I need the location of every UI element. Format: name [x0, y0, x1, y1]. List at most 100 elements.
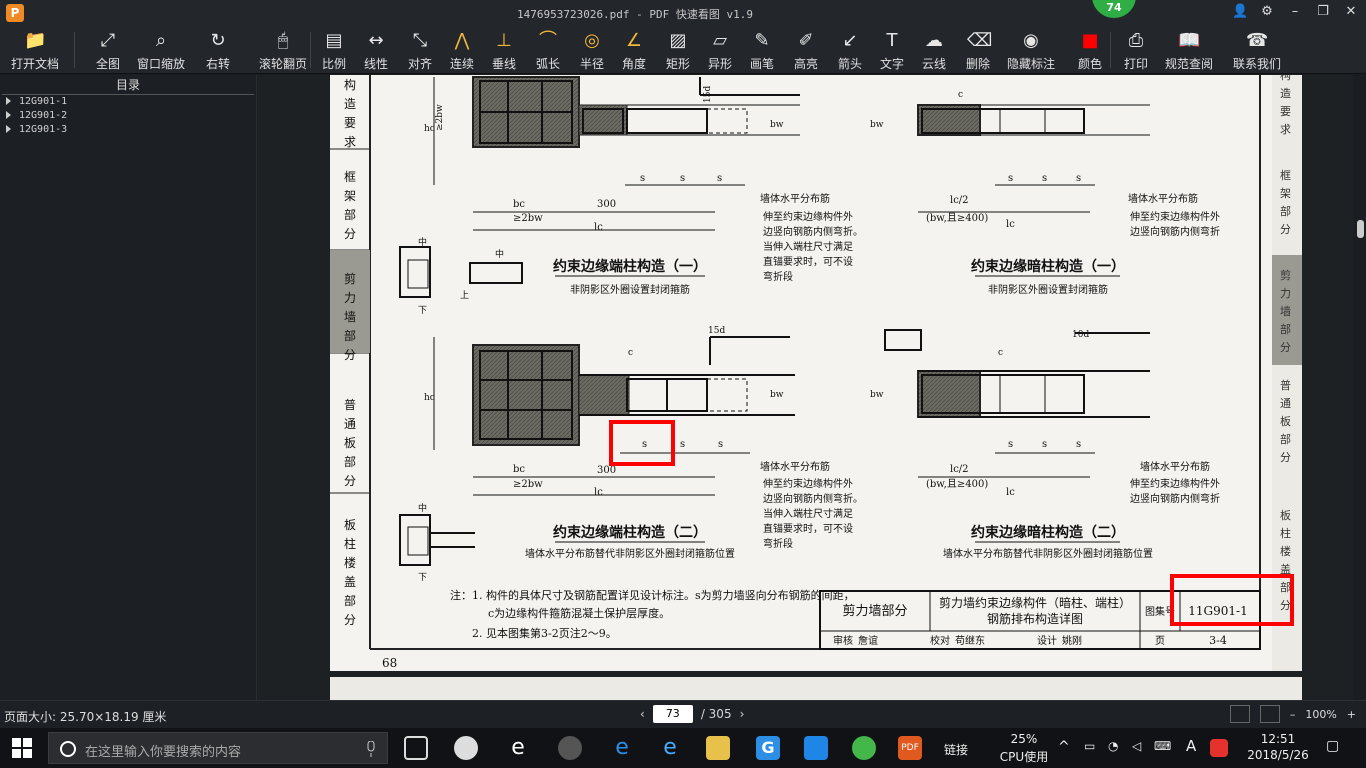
side-tab-char: 构	[344, 77, 356, 92]
right-tab-char: 分	[1280, 223, 1291, 236]
clock-date[interactable]: 2018/5/26	[1238, 748, 1318, 762]
dim-label: lc	[1006, 219, 1015, 230]
next-page-icon[interactable]: ›	[740, 707, 745, 721]
dim-label: s	[1042, 439, 1047, 450]
toolbar-delete-button[interactable]: ⌫ 删除	[958, 30, 998, 72]
page-number-input[interactable]: 73	[652, 705, 693, 723]
tie-detail-1: 中 中 上 下	[399, 236, 523, 316]
ie-icon[interactable]: e	[506, 736, 530, 760]
continuous-view-icon[interactable]	[1229, 705, 1250, 723]
toolbar-rect-button[interactable]: ▨ 矩形	[658, 30, 698, 72]
clock-time[interactable]: 12:51	[1238, 732, 1318, 746]
toolbar-scale-button[interactable]: ▤ 比例	[314, 30, 354, 72]
toolbar-arrow-button[interactable]: ↙ 箭头	[830, 30, 870, 72]
toc-item-label: 12G901-3	[19, 124, 68, 135]
toolbar-aligned-button[interactable]: ⤡ 对齐	[400, 30, 440, 72]
toolbar-zoom-window-button[interactable]: ⌕ 窗口缩放	[132, 30, 190, 72]
fan-app-icon[interactable]	[454, 736, 478, 760]
zoom-out-icon[interactable]: –	[1290, 708, 1296, 721]
toolbar-spec-button[interactable]: 📖 规范查阅	[1160, 30, 1218, 72]
toolbar-label: 滚轮翻页	[258, 57, 307, 71]
design-label: 设计	[1037, 634, 1057, 647]
right-tab-char: 力	[1280, 287, 1291, 300]
toolbar-highlight-button[interactable]: ✐ 高亮	[786, 30, 826, 72]
dim-label: ≥2bw	[513, 479, 543, 490]
irregular-shape-icon: ▱	[713, 30, 727, 51]
ie-blue-icon[interactable]: e	[658, 736, 682, 760]
figure-subtitle: 非阴影区外圈设置封闭箍筋	[570, 283, 690, 296]
side-tab-char: 墙	[344, 310, 356, 324]
toolbar-contact-button[interactable]: ☎ 联系我们	[1228, 30, 1286, 72]
settings-icon[interactable]: ⚙	[1260, 4, 1274, 19]
app-icon[interactable]	[558, 736, 582, 760]
toolbar-fit-button[interactable]: ⤢ 全图	[88, 30, 128, 72]
note-text: 弯折段	[763, 270, 793, 283]
g-app-icon[interactable]: G	[756, 736, 780, 760]
minimize-button[interactable]: –	[1288, 4, 1302, 19]
wifi-icon[interactable]: ◔	[1108, 739, 1118, 753]
toolbar-open-button[interactable]: 📁 打开文档	[4, 30, 66, 72]
sheet-page-number: 3-4	[1209, 634, 1227, 647]
user-icon[interactable]: 👤	[1232, 4, 1248, 19]
dim-label: s	[1008, 173, 1013, 184]
toolbar-angle-button[interactable]: ∠ 角度	[614, 30, 654, 72]
scrollbar-thumb[interactable]	[1357, 220, 1364, 238]
footnote: 注：1. 构件的具体尺寸及钢筋配置详见设计标注。s为剪力墙竖向分布钢筋的间距，	[450, 588, 855, 602]
dim-label: 15d	[708, 326, 725, 336]
side-tab-char: 求	[344, 135, 356, 149]
toc-item[interactable]: 12G901-3	[0, 123, 256, 137]
side-tab-char: 楼	[344, 555, 356, 570]
toolbar-pen-button[interactable]: ✎ 画笔	[742, 30, 782, 72]
section-name: 剪力墙部分	[842, 603, 907, 619]
expand-triangle-icon[interactable]	[6, 111, 11, 119]
file-explorer-icon[interactable]	[706, 736, 730, 760]
vertical-scrollbar[interactable]	[1354, 75, 1366, 700]
toolbar-label: 异形	[707, 57, 732, 71]
toolbar-label: 右转	[205, 57, 230, 71]
toolbar-continuous-button[interactable]: ⋀ 连续	[442, 30, 482, 72]
microphone-icon[interactable]	[365, 741, 377, 757]
toc-item[interactable]: 12G901-1	[0, 95, 256, 109]
expand-triangle-icon[interactable]	[6, 125, 11, 133]
note-text: 边竖向钢筋内侧弯折	[1130, 225, 1220, 238]
toolbar-perpendicular-button[interactable]: ⊥ 垂线	[484, 30, 524, 72]
toolbar-radius-button[interactable]: ◎ 半径	[572, 30, 612, 72]
toolbar-cloud-button[interactable]: ☁ 云线	[914, 30, 954, 72]
notification-icon[interactable]: ▢	[1326, 738, 1339, 754]
volume-icon[interactable]: ◁	[1132, 739, 1141, 753]
toolbar-scroll-button[interactable]: 🖱 滚轮翻页	[254, 30, 312, 72]
battery-icon[interactable]: ▭	[1084, 739, 1095, 753]
toolbar-label: 全图	[95, 57, 120, 71]
window-title: 1476953723026.pdf - PDF 快速看图 v1.9	[516, 8, 754, 21]
task-view-icon[interactable]	[404, 736, 428, 760]
toc-item[interactable]: 12G901-2	[0, 109, 256, 123]
close-button[interactable]: ✕	[1344, 4, 1358, 19]
single-page-view-icon[interactable]	[1259, 705, 1280, 723]
toolbar-print-button[interactable]: ⎙ 打印	[1116, 30, 1156, 72]
magnifier-icon: ⌕	[155, 30, 167, 51]
toolbar-rotate-button[interactable]: ↻ 右转	[198, 30, 238, 72]
document-viewer[interactable]: bc ≥2bw 300 lc s s s hc ≥2bw bw 15d lc/2…	[258, 75, 1353, 700]
toolbar-arc-button[interactable]: ⌒ 弧长	[528, 30, 568, 72]
expand-triangle-icon[interactable]	[6, 97, 11, 105]
toolbar-text-button[interactable]: T 文字	[872, 30, 912, 72]
pdf-viewer-taskbar-icon[interactable]: PDF	[898, 736, 922, 760]
tray-expand-icon[interactable]: ^	[1058, 739, 1070, 755]
keyboard-icon[interactable]: ⌨	[1154, 739, 1171, 753]
green-app-icon[interactable]	[852, 736, 876, 760]
taskbar-search[interactable]: 在这里输入你要搜索的内容	[48, 732, 388, 764]
maximize-button[interactable]: ❐	[1316, 4, 1330, 19]
windows-start-icon[interactable]	[12, 738, 32, 758]
toolbar-hide-button[interactable]: ◉ 隐藏标注	[1002, 30, 1060, 72]
sogou-icon[interactable]	[1210, 739, 1228, 757]
toolbar-linear-button[interactable]: ↔ 线性	[356, 30, 396, 72]
toolbar-color-button[interactable]: ■ 颜色	[1070, 30, 1110, 72]
ime-indicator[interactable]: A	[1186, 737, 1196, 755]
edge-icon[interactable]: e	[610, 736, 634, 760]
toolbar-irregular-button[interactable]: ▱ 异形	[700, 30, 740, 72]
blue-app-icon[interactable]	[804, 736, 828, 760]
dim-label: s	[1076, 173, 1081, 184]
prev-page-icon[interactable]: ‹	[640, 707, 645, 721]
link-label[interactable]: 链接	[944, 741, 968, 758]
zoom-in-icon[interactable]: +	[1347, 708, 1356, 721]
